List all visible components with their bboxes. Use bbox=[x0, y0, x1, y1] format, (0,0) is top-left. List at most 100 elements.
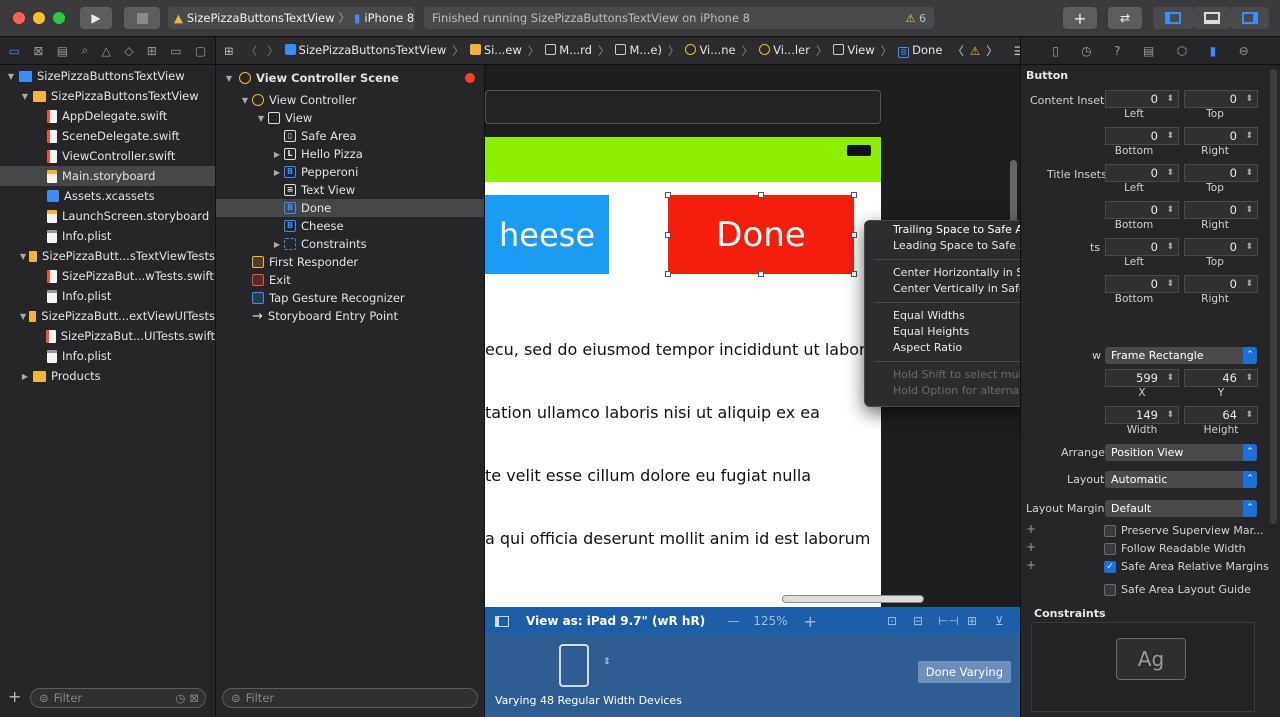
resize-handle[interactable] bbox=[665, 192, 671, 198]
layout-select[interactable]: Automatic bbox=[1105, 471, 1257, 488]
report-icon[interactable]: ▢ bbox=[195, 44, 206, 58]
orientation-stepper-icon[interactable]: ⇕ bbox=[603, 657, 611, 667]
breakpoint-icon[interactable]: ▭ bbox=[170, 44, 181, 58]
attributes-icon[interactable]: ⬡ bbox=[1177, 44, 1187, 58]
help-icon[interactable]: ? bbox=[1114, 44, 1120, 58]
outline-item[interactable]: → Storyboard Entry Point bbox=[216, 307, 484, 325]
pin-icon[interactable]: ⊞ bbox=[967, 614, 977, 628]
embed-icon[interactable]: ⊡ bbox=[887, 614, 897, 628]
disclosure-down-icon[interactable]: ▼ bbox=[224, 74, 234, 83]
stack-icon[interactable]: ⊟ bbox=[913, 614, 923, 628]
file-tree-item[interactable]: ▼ SizePizzaButtonsTextView bbox=[0, 66, 215, 86]
inset-field[interactable]: 0 bbox=[1105, 275, 1179, 293]
add-file-button[interactable]: + bbox=[8, 687, 21, 706]
file-tree-item[interactable]: SizePizzaBut...wTests.swift bbox=[0, 266, 215, 286]
zoom-out-icon[interactable]: — bbox=[727, 614, 739, 628]
outline-filter-input[interactable] bbox=[245, 691, 477, 705]
disclosure-down-icon[interactable]: ▼ bbox=[6, 72, 16, 81]
outline-item[interactable]: B Cheese bbox=[216, 217, 484, 235]
file-inspector-icon[interactable]: ▯ bbox=[1052, 44, 1059, 58]
breadcrumb-item[interactable]: Si...ew bbox=[469, 43, 522, 59]
disclosure-down-icon[interactable]: ▼ bbox=[240, 96, 250, 105]
inset-field[interactable]: 0 bbox=[1105, 201, 1179, 219]
outline-item[interactable]: ▯ Safe Area bbox=[216, 127, 484, 145]
file-tree-item[interactable]: Main.storyboard bbox=[0, 166, 215, 186]
file-tree-item[interactable]: SceneDelegate.swift bbox=[0, 126, 215, 146]
toggle-navigator-button[interactable] bbox=[1153, 7, 1193, 29]
inset-field[interactable]: 0 bbox=[1105, 164, 1179, 182]
warning-badge[interactable]: ⚠ 6 bbox=[906, 12, 926, 25]
minimize-window-button[interactable] bbox=[33, 12, 45, 24]
disclosure-right-icon[interactable]: ▶ bbox=[272, 150, 282, 159]
file-tree-item[interactable]: ▼ SizePizzaButt...sTextViewTests bbox=[0, 246, 215, 266]
y-field[interactable]: 46 bbox=[1184, 369, 1258, 387]
outline-item[interactable]: ▶ B Pepperoni bbox=[216, 163, 484, 181]
history-icon[interactable]: ◷ bbox=[1081, 44, 1091, 58]
inset-field[interactable]: 0 bbox=[1184, 127, 1258, 145]
chevron-left-icon[interactable]: 〈 bbox=[952, 43, 964, 59]
folder-icon[interactable]: ▭ bbox=[9, 44, 20, 58]
run-button[interactable]: ▶ bbox=[80, 7, 112, 29]
outline-item[interactable]: Exit bbox=[216, 271, 484, 289]
recent-icon[interactable]: ◷ bbox=[175, 691, 185, 705]
debug-icon[interactable]: ⊞ bbox=[147, 44, 157, 58]
warning-icon[interactable]: ⚠ bbox=[970, 44, 980, 58]
checkbox[interactable] bbox=[1104, 525, 1116, 537]
file-tree-item[interactable]: AppDelegate.swift bbox=[0, 106, 215, 126]
breadcrumb-item[interactable]: M...rd bbox=[545, 43, 592, 59]
outline-item[interactable]: ≡ Text View bbox=[216, 181, 484, 199]
symbol-icon[interactable]: ▤ bbox=[57, 44, 68, 58]
arrange-select[interactable]: Position View bbox=[1105, 444, 1257, 461]
resolve-icon[interactable]: ⊻ bbox=[995, 614, 1004, 628]
file-tree-item[interactable]: ▼ SizePizzaButt...extViewUITests bbox=[0, 306, 215, 326]
width-field[interactable]: 149 bbox=[1105, 406, 1179, 424]
resize-handle[interactable] bbox=[665, 232, 671, 238]
inset-field[interactable]: 0 bbox=[1105, 127, 1179, 145]
code-review-button[interactable]: ⇄ bbox=[1108, 7, 1142, 29]
forward-arrow-icon[interactable]: 〉 bbox=[267, 43, 279, 59]
error-icon[interactable] bbox=[465, 73, 475, 83]
align-icon[interactable]: ⊢⊣ bbox=[938, 614, 959, 628]
resize-handle[interactable] bbox=[665, 271, 671, 277]
grid-icon[interactable]: ⊞ bbox=[224, 44, 234, 58]
text-view[interactable]: ecu, sed do eiusmod tempor incididunt ut… bbox=[485, 297, 881, 591]
navigator-filter-input[interactable] bbox=[53, 691, 176, 705]
inset-field[interactable]: 0 bbox=[1184, 238, 1258, 256]
toggle-debug-area-button[interactable] bbox=[1193, 7, 1231, 29]
checkbox[interactable]: ✓ bbox=[1104, 561, 1116, 573]
disclosure-down-icon[interactable]: ▼ bbox=[20, 92, 30, 101]
resize-handle[interactable] bbox=[758, 192, 764, 198]
file-tree-item[interactable]: Info.plist bbox=[0, 226, 215, 246]
layout-margins-select[interactable]: Default bbox=[1105, 500, 1257, 517]
zoom-in-icon[interactable]: + bbox=[804, 612, 817, 631]
outline-item[interactable]: ▼ View bbox=[216, 109, 484, 127]
file-tree-item[interactable]: ▼ SizePizzaButtonsTextView bbox=[0, 86, 215, 106]
outline-item[interactable]: ▶ Constraints bbox=[216, 235, 484, 253]
toggle-inspector-button[interactable] bbox=[1231, 7, 1269, 29]
inset-field[interactable]: 0 bbox=[1184, 90, 1258, 108]
inset-field[interactable]: 0 bbox=[1105, 238, 1179, 256]
breadcrumb-item[interactable]: Vi...ne bbox=[685, 43, 736, 59]
outline-item[interactable]: Tap Gesture Recognizer bbox=[216, 289, 484, 307]
disclosure-right-icon[interactable]: ▶ bbox=[20, 372, 30, 381]
outline-item[interactable]: B Done bbox=[216, 199, 484, 217]
zoom-window-button[interactable] bbox=[53, 12, 65, 24]
file-tree-item[interactable]: ViewController.swift bbox=[0, 146, 215, 166]
inset-field[interactable]: 0 bbox=[1184, 164, 1258, 182]
outline-item[interactable]: First Responder bbox=[216, 253, 484, 271]
resize-handle[interactable] bbox=[758, 271, 764, 277]
outline-filter[interactable]: ⊜ bbox=[222, 688, 478, 708]
file-tree-item[interactable]: ▶ Products bbox=[0, 366, 215, 386]
done-varying-button[interactable]: Done Varying bbox=[917, 661, 1011, 683]
horizontal-scrollbar[interactable] bbox=[782, 595, 924, 603]
search-icon[interactable]: ⌕ bbox=[82, 43, 89, 58]
scene-header[interactable]: ▼ View Controller Scene bbox=[216, 65, 484, 91]
file-tree-item[interactable]: Assets.xcassets bbox=[0, 186, 215, 206]
add-variation-button[interactable]: + bbox=[1026, 522, 1036, 536]
scene-dock[interactable] bbox=[485, 90, 881, 124]
library-button[interactable]: + bbox=[1063, 7, 1097, 29]
test-icon[interactable]: ◇ bbox=[124, 44, 133, 58]
size-inspector-icon[interactable]: ▮ bbox=[1210, 44, 1217, 58]
sidebar-toggle-icon[interactable] bbox=[495, 615, 509, 627]
file-tree-item[interactable]: Info.plist bbox=[0, 346, 215, 366]
